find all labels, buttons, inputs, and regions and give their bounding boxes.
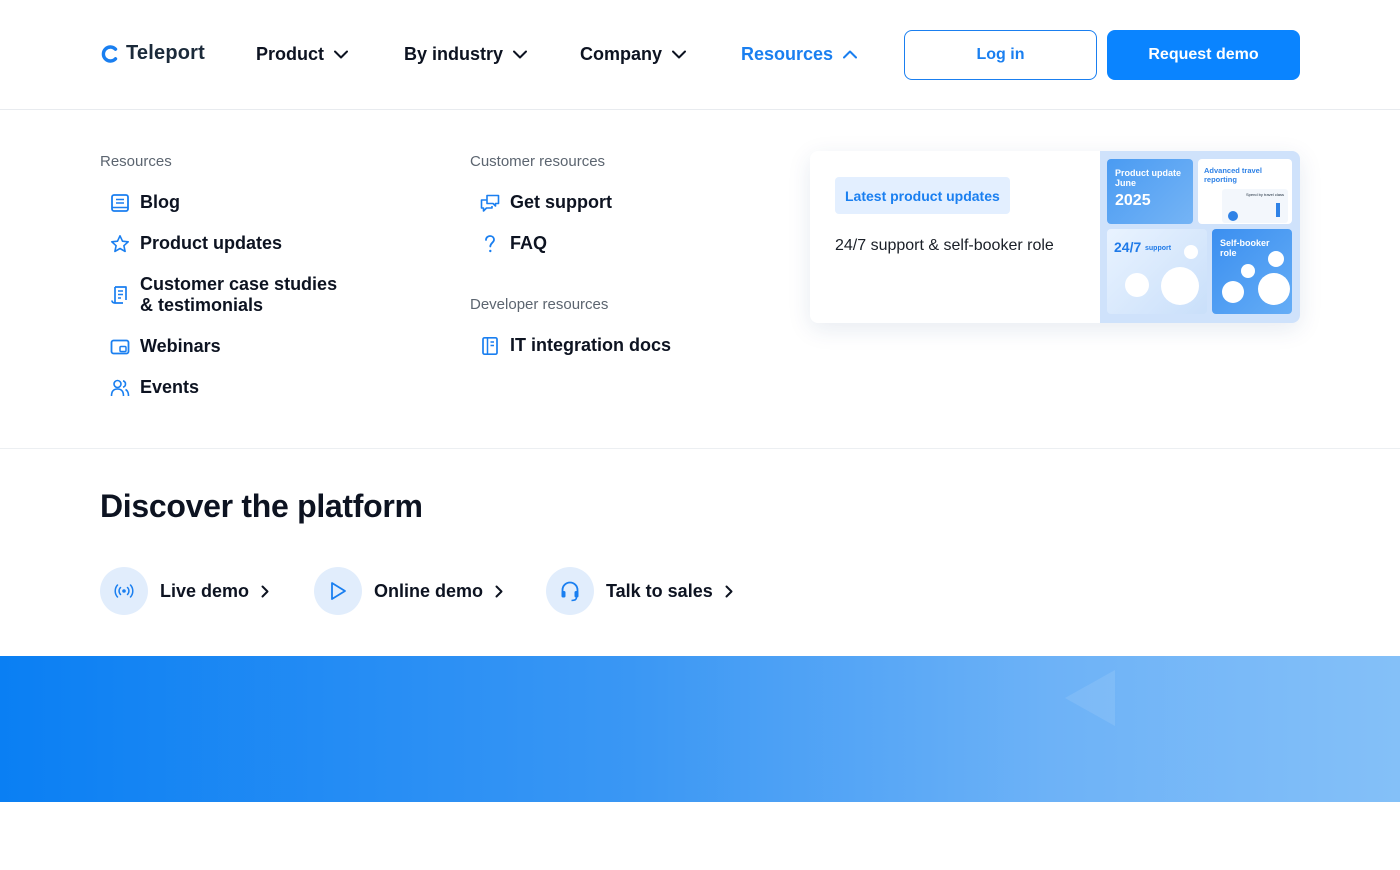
customer-resources-title: Customer resources: [470, 153, 606, 170]
discover-title: Discover the platform: [100, 488, 423, 524]
menu-item-case-studies[interactable]: Customer case studies & testimonials: [110, 274, 350, 316]
nav-company-label: Company: [580, 44, 663, 64]
chevron-down-icon: [513, 50, 528, 59]
promo-card[interactable]: Latest product updates 24/7 support & se…: [810, 151, 1300, 323]
promo-image: Product update June 2025 Advanced travel…: [1100, 151, 1300, 323]
menu-item-label: Events: [140, 377, 200, 397]
headset-icon: [546, 567, 594, 615]
section-divider: [0, 448, 1400, 449]
document-icon: [110, 284, 130, 305]
chevron-right-icon: [495, 585, 503, 597]
decorative-shape: [1065, 670, 1115, 726]
menu-item-it-docs[interactable]: IT integration docs: [480, 335, 671, 356]
talk-to-sales-label: Talk to sales: [606, 580, 713, 601]
chevron-right-icon: [261, 585, 269, 597]
menu-item-label: Customer case studies & testimonials: [140, 274, 338, 315]
report-pie: [1228, 211, 1238, 221]
promo-tile-support: 24/7 support: [1107, 229, 1207, 314]
users-icon: [110, 377, 130, 398]
chat-bubble: [1161, 267, 1199, 305]
broadcast-icon: [100, 567, 148, 615]
menu-item-blog[interactable]: Blog: [110, 192, 180, 213]
nav-company[interactable]: Company: [580, 44, 687, 65]
promo-tile-self-booker: Self-booker role: [1212, 229, 1292, 314]
promo-text: 24/7 support & self-booker role: [835, 237, 1054, 254]
star-icon: [110, 233, 130, 254]
book-icon: [110, 192, 130, 213]
nav-by-industry[interactable]: By industry: [404, 44, 528, 65]
teleport-logo-icon: [101, 44, 118, 63]
menu-item-label: Product updates: [140, 233, 283, 253]
nav-by-industry-label: By industry: [404, 44, 504, 64]
menu-item-events[interactable]: Events: [110, 377, 199, 398]
report-bar: [1276, 203, 1280, 217]
logo[interactable]: Teleport: [100, 42, 205, 65]
nav-product-label: Product: [256, 44, 325, 64]
avatar: [1241, 264, 1255, 278]
menu-item-label: Get support: [510, 192, 612, 212]
menu-item-product-updates[interactable]: Product updates: [110, 233, 282, 254]
headset-bubble: [1125, 273, 1149, 297]
request-demo-button[interactable]: Request demo: [1107, 30, 1300, 80]
question-icon: [480, 233, 500, 254]
nav-product[interactable]: Product: [256, 44, 349, 65]
chevron-down-icon: [334, 50, 349, 59]
menu-item-webinars[interactable]: Webinars: [110, 336, 221, 357]
site-header: Teleport Product By industry Company Res…: [0, 0, 1400, 110]
promo-tile-travel-reporting: Advanced travel reporting Spend by trave…: [1198, 159, 1292, 224]
nav-resources-label: Resources: [741, 44, 834, 64]
avatar: [1222, 281, 1244, 303]
avatar: [1268, 251, 1284, 267]
resources-column-title: Resources: [100, 153, 172, 170]
menu-item-label: Blog: [140, 192, 180, 212]
online-demo-link[interactable]: Online demo: [314, 567, 503, 615]
menu-item-label: FAQ: [510, 233, 548, 253]
developer-resources-title: Developer resources: [470, 296, 609, 313]
chevron-up-icon: [843, 50, 858, 59]
live-demo-link[interactable]: Live demo: [100, 567, 269, 615]
logo-text: Teleport: [126, 42, 206, 64]
report-card: Spend by travel class: [1222, 189, 1288, 223]
play-icon: [314, 567, 362, 615]
menu-item-faq[interactable]: FAQ: [480, 233, 547, 254]
promo-tile-title: Advanced travel reporting: [1204, 166, 1262, 184]
menu-item-get-support[interactable]: Get support: [480, 192, 612, 213]
chat-icon: [480, 192, 500, 213]
talk-to-sales-link[interactable]: Talk to sales: [546, 567, 733, 615]
online-demo-label: Online demo: [374, 580, 484, 601]
login-button[interactable]: Log in: [904, 30, 1097, 80]
promo-tile-title: 24/7: [1114, 239, 1142, 255]
report-card-label: Spend by travel class: [1246, 192, 1285, 197]
chevron-down-icon: [672, 50, 687, 59]
avatar: [1258, 273, 1290, 305]
nav-resources[interactable]: Resources: [741, 44, 858, 65]
promo-tile-title: Product update June: [1115, 168, 1182, 188]
chevron-right-icon: [725, 585, 733, 597]
promo-tile-year: 2025: [1115, 192, 1151, 209]
promo-tile-sub: support: [1145, 245, 1172, 252]
screen-icon: [110, 336, 130, 357]
promo-badge: Latest product updates: [835, 177, 1010, 214]
hero-banner: [0, 656, 1400, 802]
status-dot: [1184, 245, 1198, 259]
menu-item-label: Webinars: [140, 336, 221, 356]
docs-icon: [480, 335, 500, 356]
promo-tile-product-update: Product update June 2025: [1107, 159, 1193, 224]
menu-item-label: IT integration docs: [510, 335, 672, 355]
live-demo-label: Live demo: [160, 580, 250, 601]
